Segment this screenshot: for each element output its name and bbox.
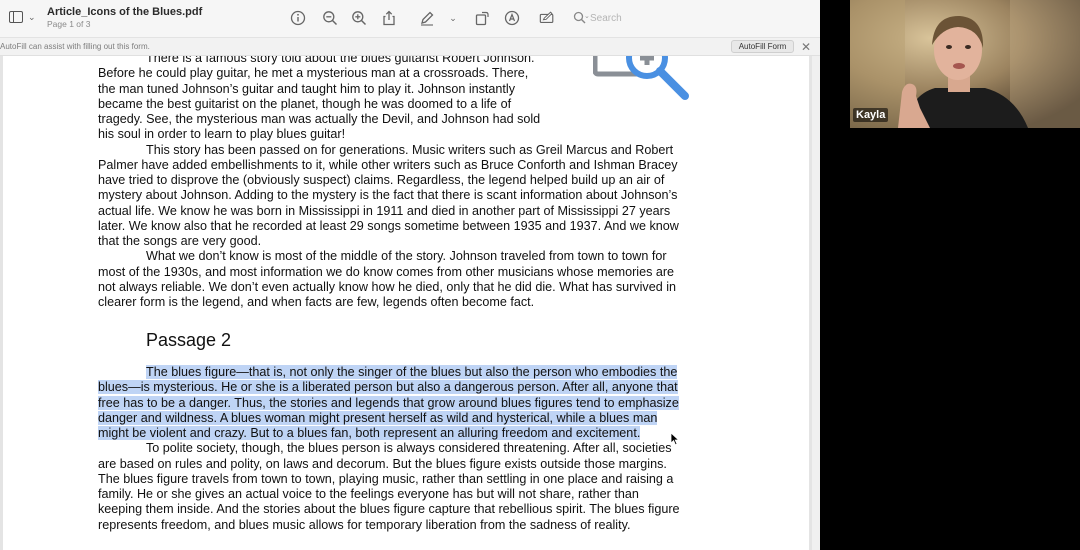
- paragraph-line: his soul in order to learn to play blues…: [98, 127, 346, 142]
- paragraph-line: Palmer have added embellishments to it, …: [98, 157, 678, 172]
- info-icon[interactable]: [289, 9, 307, 27]
- passage-2-heading: Passage 2: [146, 330, 232, 350]
- paragraph-line: This story has been passed on for genera…: [146, 142, 674, 157]
- autofill-message: AutoFill can assist with filling out thi…: [0, 42, 150, 51]
- paragraph-line: free has to be a danger. Thus, the stori…: [98, 395, 680, 411]
- rotate-icon[interactable]: [473, 9, 491, 27]
- document-viewer[interactable]: There is a famous story told about the b…: [0, 56, 820, 550]
- paragraph-line: mystery about Johnson. Adding to the mys…: [98, 188, 678, 203]
- chevron-down-icon: ⌄: [584, 13, 590, 20]
- paragraph-line: What we don’t know is most of the middle…: [146, 249, 667, 264]
- pdf-page: There is a famous story told about the b…: [3, 56, 809, 550]
- selected-text[interactable]: The blues figure—that is, not only the s…: [146, 365, 678, 379]
- search-input[interactable]: [590, 9, 642, 27]
- paragraph-line: might be violent and crazy. But to a blu…: [98, 426, 680, 441]
- toolbar: ⌄ Article_Icons of the Blues.pdf Page 1 …: [0, 0, 820, 38]
- sidebar-toggle-button[interactable]: ⌄: [9, 11, 36, 26]
- selected-text[interactable]: blues—is mysterious. He or she is a libe…: [98, 380, 678, 395]
- selected-text[interactable]: might be violent and crazy. But to a blu…: [98, 426, 641, 440]
- participant-name-label: Kayla: [853, 108, 889, 122]
- paragraph-line: have tried to disprove the (obviously su…: [98, 173, 665, 187]
- autofill-banner: AutoFill can assist with filling out thi…: [0, 38, 820, 56]
- form-fill-icon[interactable]: [538, 9, 556, 27]
- paragraph-line: danger and wildness. A blues woman might…: [98, 410, 680, 426]
- paragraph-line: later. We know also that he recorded at …: [98, 218, 679, 233]
- scrollbar-track[interactable]: [812, 56, 820, 550]
- paragraph-line: became the best guitarist on the planet,…: [98, 96, 512, 111]
- paragraph-line: There is a famous story told about the b…: [146, 56, 535, 65]
- zoom-out-icon[interactable]: [321, 9, 339, 27]
- passage-2[interactable]: The blues figure—that is, not only the s…: [98, 365, 680, 533]
- page-indicator: Page 1 of 3: [47, 19, 91, 29]
- paragraph-line: clearer form is the legend, and when fac…: [98, 295, 535, 309]
- sidebar-icon: [9, 11, 23, 23]
- paragraph-line: not always reliable. We don’t even actua…: [98, 279, 677, 294]
- selected-text[interactable]: free has to be a danger. Thus, the stori…: [98, 395, 679, 410]
- paragraph-line: represents freedom, and blues music allo…: [98, 517, 631, 532]
- close-icon[interactable]: ✕: [801, 39, 811, 55]
- document-title: Article_Icons of the Blues.pdf: [47, 6, 203, 18]
- paragraph-line: that the songs are very good.: [98, 234, 262, 248]
- participant-video-tile[interactable]: Kayla: [850, 0, 1080, 128]
- paragraph-line: tragedy. See, the mysterious man was act…: [98, 112, 541, 126]
- chevron-down-icon[interactable]: ⌄: [444, 9, 462, 27]
- paragraph-line: actual life. We know he was born in Miss…: [98, 203, 671, 218]
- search-field[interactable]: ⌄: [570, 9, 642, 27]
- paragraph-line: family. He or she gives an actual voice …: [98, 487, 639, 501]
- paragraph-line: The blues figure travels from town to to…: [98, 471, 674, 486]
- markup-icon[interactable]: [503, 9, 521, 27]
- preview-window: ⌄ Article_Icons of the Blues.pdf Page 1 …: [0, 0, 820, 550]
- passage-1: There is a famous story told about the b…: [98, 56, 679, 310]
- zoom-in-icon[interactable]: [350, 9, 368, 27]
- mouse-cursor-icon: [670, 432, 680, 446]
- paragraph-line: Before he could play guitar, he met a my…: [98, 66, 529, 81]
- autofill-form-button[interactable]: AutoFill Form: [731, 40, 794, 53]
- markup-pen-icon[interactable]: [418, 9, 436, 27]
- paragraph-line: the man tuned Johnson’s guitar and taugh…: [98, 81, 516, 96]
- selected-text[interactable]: danger and wildness. A blues woman might…: [98, 410, 658, 425]
- paragraph-line: blues—is mysterious. He or she is a libe…: [98, 380, 680, 395]
- paragraph-line: To polite society, though, the blues per…: [146, 441, 672, 456]
- paragraph-line: are based on rules and polity, on laws a…: [98, 456, 667, 471]
- paragraph-line: keeping them inside. And the stories abo…: [98, 502, 680, 517]
- paragraph-line: most of the 1930s, and most information …: [98, 264, 675, 279]
- paragraph-line: The blues figure—that is, not only the s…: [98, 365, 680, 380]
- share-icon[interactable]: [380, 9, 398, 27]
- chevron-down-icon: ⌄: [28, 12, 36, 22]
